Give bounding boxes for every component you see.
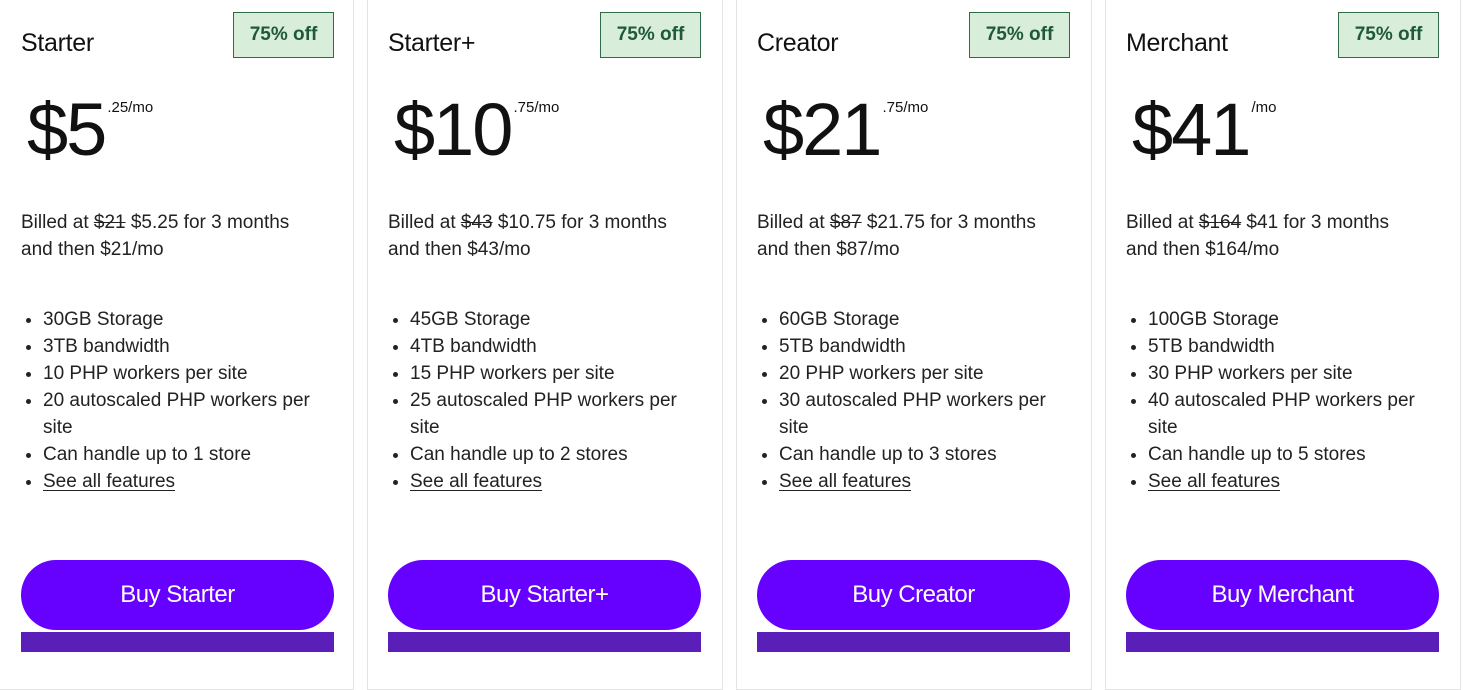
billed-prefix: Billed at (757, 212, 830, 233)
plan-price: $21 .75/mo (763, 85, 928, 175)
price-main: $5 (27, 88, 107, 171)
next-section-edge (757, 630, 1070, 652)
feature-item: 40 autoscaled PHP workers per site (1148, 387, 1439, 441)
original-price: $43 (460, 212, 493, 233)
feature-item: Can handle up to 3 stores (779, 441, 1070, 468)
billing-info: Billed at $21 $5.25 for 3 months and the… (21, 209, 289, 263)
feature-item: 30GB Storage (43, 306, 334, 333)
billed-discount: $5.25 for 3 months (125, 212, 290, 233)
buy-button[interactable]: Buy Creator (757, 560, 1070, 630)
billed-prefix: Billed at (1126, 212, 1199, 233)
billed-discount: $10.75 for 3 months (492, 212, 667, 233)
feature-item: 30 PHP workers per site (1148, 360, 1439, 387)
plan-price: $10 .75/mo (394, 85, 559, 175)
next-section-edge (21, 630, 334, 652)
feature-item: 10 PHP workers per site (43, 360, 334, 387)
feature-item: 20 PHP workers per site (779, 360, 1070, 387)
buy-button[interactable]: Buy Starter (21, 560, 334, 630)
discount-badge: 75% off (600, 12, 701, 58)
plan-card-starter: Starter 75% off $5 .25/mo Billed at $21 … (0, 0, 354, 690)
feature-list: 30GB Storage 3TB bandwidth 10 PHP worker… (21, 306, 334, 495)
feature-item: 25 autoscaled PHP workers per site (410, 387, 701, 441)
plan-price: $5 .25/mo (27, 85, 153, 175)
billed-prefix: Billed at (21, 212, 94, 233)
price-main: $21 (763, 88, 882, 171)
feature-list: 45GB Storage 4TB bandwidth 15 PHP worker… (388, 306, 701, 495)
plan-name: Creator (757, 29, 839, 57)
billed-renewal: and then $43/mo (388, 239, 531, 260)
billed-prefix: Billed at (388, 212, 461, 233)
original-price: $164 (1198, 212, 1242, 233)
discount-badge: 75% off (969, 12, 1070, 58)
see-all-features-link[interactable]: See all features (43, 471, 175, 492)
feature-item-link: See all features (779, 468, 1070, 495)
feature-list: 60GB Storage 5TB bandwidth 20 PHP worker… (757, 306, 1070, 495)
price-suffix: .75/mo (882, 99, 929, 116)
feature-item: 20 autoscaled PHP workers per site (43, 387, 334, 441)
billed-discount: $21.75 for 3 months (861, 212, 1036, 233)
billed-renewal: and then $21/mo (21, 239, 164, 260)
feature-item: 5TB bandwidth (1148, 333, 1439, 360)
billing-info: Billed at $43 $10.75 for 3 months and th… (388, 209, 667, 263)
feature-item-link: See all features (410, 468, 701, 495)
feature-item: 30 autoscaled PHP workers per site (779, 387, 1070, 441)
buy-button[interactable]: Buy Merchant (1126, 560, 1439, 630)
see-all-features-link[interactable]: See all features (779, 471, 911, 492)
feature-item: 45GB Storage (410, 306, 701, 333)
plan-name: Starter (21, 29, 94, 57)
next-section-edge (1126, 630, 1439, 652)
feature-item: 4TB bandwidth (410, 333, 701, 360)
billing-info: Billed at $164 $41 for 3 months and then… (1126, 209, 1389, 263)
billed-discount: $41 for 3 months (1241, 212, 1390, 233)
price-suffix: .75/mo (513, 99, 560, 116)
billed-renewal: and then $87/mo (757, 239, 900, 260)
plan-card-creator: Creator 75% off $21 .75/mo Billed at $87… (736, 0, 1092, 690)
billed-renewal: and then $164/mo (1126, 239, 1280, 260)
price-suffix: /mo (1251, 99, 1277, 116)
next-section-edge (388, 630, 701, 652)
original-price: $87 (829, 212, 862, 233)
plan-price: $41 /mo (1132, 85, 1276, 175)
discount-badge: 75% off (1338, 12, 1439, 58)
plan-card-starter-plus: Starter+ 75% off $10 .75/mo Billed at $4… (367, 0, 723, 690)
feature-list: 100GB Storage 5TB bandwidth 30 PHP worke… (1126, 306, 1439, 495)
feature-item: 100GB Storage (1148, 306, 1439, 333)
price-main: $10 (394, 88, 513, 171)
feature-item: Can handle up to 5 stores (1148, 441, 1439, 468)
feature-item: 5TB bandwidth (779, 333, 1070, 360)
plan-name: Starter+ (388, 29, 476, 57)
feature-item: Can handle up to 2 stores (410, 441, 701, 468)
plan-card-merchant: Merchant 75% off $41 /mo Billed at $164 … (1105, 0, 1461, 690)
billing-info: Billed at $87 $21.75 for 3 months and th… (757, 209, 1036, 263)
feature-item: 3TB bandwidth (43, 333, 334, 360)
feature-item: 15 PHP workers per site (410, 360, 701, 387)
see-all-features-link[interactable]: See all features (1148, 471, 1280, 492)
feature-item-link: See all features (1148, 468, 1439, 495)
discount-badge: 75% off (233, 12, 334, 58)
feature-item-link: See all features (43, 468, 334, 495)
original-price: $21 (93, 212, 126, 233)
plan-name: Merchant (1126, 29, 1228, 57)
price-suffix: .25/mo (107, 99, 154, 116)
feature-item: Can handle up to 1 store (43, 441, 334, 468)
see-all-features-link[interactable]: See all features (410, 471, 542, 492)
buy-button[interactable]: Buy Starter+ (388, 560, 701, 630)
feature-item: 60GB Storage (779, 306, 1070, 333)
price-main: $41 (1132, 88, 1251, 171)
